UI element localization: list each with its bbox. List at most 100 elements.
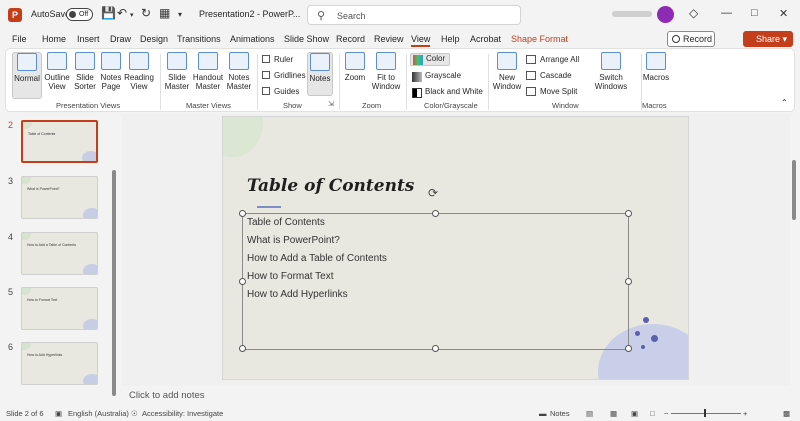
- accessibility-icon[interactable]: ☉: [131, 409, 138, 418]
- customize-icon[interactable]: ▾: [178, 10, 182, 19]
- slide-sorter-button[interactable]: Slide Sorter: [72, 52, 98, 91]
- show-dialog-launcher-icon[interactable]: ⇲: [328, 100, 334, 108]
- slide-thumbnail[interactable]: Table of Contents: [21, 120, 98, 163]
- black-and-white-button[interactable]: Black and White: [410, 87, 483, 98]
- guides-checkbox[interactable]: Guides: [262, 87, 299, 96]
- redo-icon[interactable]: ↻: [141, 6, 151, 20]
- toc-line[interactable]: How to Add Hyperlinks: [247, 289, 348, 300]
- new-window-button[interactable]: New Window: [492, 52, 522, 91]
- tab-slide-show[interactable]: Slide Show: [284, 34, 329, 44]
- resize-handle[interactable]: [239, 278, 246, 285]
- resize-handle[interactable]: [432, 210, 439, 217]
- tab-review[interactable]: Review: [374, 34, 404, 44]
- zoom-button[interactable]: Zoom: [343, 52, 367, 82]
- slide-thumbnail[interactable]: How to Add Hyperlinks: [21, 342, 98, 385]
- reading-view-status-icon[interactable]: ▣: [631, 409, 638, 418]
- spelling-icon[interactable]: ▣: [55, 409, 62, 418]
- resize-handle[interactable]: [239, 210, 246, 217]
- tab-design[interactable]: Design: [140, 34, 168, 44]
- content-textbox[interactable]: Table of Contents What is PowerPoint? Ho…: [239, 210, 632, 352]
- toc-line[interactable]: How to Add a Table of Contents: [247, 253, 387, 264]
- user-name[interactable]: [612, 11, 652, 17]
- move-split-label: Move Split: [540, 87, 578, 96]
- slide-title[interactable]: Table of Contents: [247, 176, 414, 196]
- notes-toggle-button[interactable]: Notes: [307, 52, 333, 96]
- ruler-checkbox[interactable]: Ruler: [262, 55, 293, 64]
- fit-to-window-button[interactable]: Fit to Window: [370, 52, 402, 91]
- share-label: Share: [756, 34, 781, 44]
- zoom-slider-thumb[interactable]: [704, 409, 706, 417]
- normal-view-button[interactable]: Normal: [12, 52, 42, 99]
- handout-master-button[interactable]: Handout Master: [192, 52, 224, 91]
- tab-draw[interactable]: Draw: [110, 34, 131, 44]
- cascade-button[interactable]: Cascade: [526, 71, 572, 80]
- normal-view-status-icon[interactable]: ▤: [586, 409, 593, 418]
- present-icon[interactable]: ▦: [159, 6, 170, 20]
- tab-help[interactable]: Help: [441, 34, 460, 44]
- maximize-icon[interactable]: □: [751, 7, 758, 19]
- grayscale-button[interactable]: Grayscale: [410, 71, 461, 82]
- toc-line[interactable]: Table of Contents: [247, 217, 325, 228]
- search-input[interactable]: ⚲ Search: [307, 5, 521, 25]
- slide-sorter-status-icon[interactable]: ▦: [610, 409, 617, 418]
- gridlines-checkbox[interactable]: Gridlines: [262, 71, 306, 80]
- resize-handle[interactable]: [239, 345, 246, 352]
- toc-line[interactable]: How to Format Text: [247, 271, 334, 282]
- tab-file[interactable]: File: [12, 34, 27, 44]
- share-button[interactable]: Share ▾: [743, 31, 793, 47]
- close-icon[interactable]: ✕: [779, 7, 788, 20]
- thumbnails-scrollbar[interactable]: [112, 170, 116, 396]
- zoom-slider[interactable]: [671, 413, 741, 414]
- tab-home[interactable]: Home: [42, 34, 66, 44]
- undo-icon[interactable]: ↶: [117, 6, 127, 20]
- current-slide[interactable]: Table of Contents ⟳ Table of Contents Wh…: [222, 116, 689, 380]
- canvas-scrollbar[interactable]: [792, 160, 796, 220]
- minimize-icon[interactable]: —: [721, 7, 732, 19]
- color-button[interactable]: Color: [410, 53, 450, 66]
- slide-thumbnail[interactable]: How to Add a Table of Contents: [21, 232, 98, 275]
- record-button[interactable]: Record: [667, 31, 715, 47]
- zoom-out-icon[interactable]: −: [664, 409, 668, 418]
- undo-dropdown-icon[interactable]: ▾: [130, 11, 134, 19]
- zoom-in-icon[interactable]: +: [743, 409, 747, 418]
- notes-master-button[interactable]: Notes Master: [226, 52, 252, 91]
- slide-thumbnail[interactable]: What is PowerPoint?: [21, 176, 98, 219]
- outline-view-button[interactable]: Outline View: [43, 52, 71, 91]
- tab-acrobat[interactable]: Acrobat: [470, 34, 501, 44]
- collapse-ribbon-icon[interactable]: ⌃: [781, 98, 788, 107]
- resize-handle[interactable]: [432, 345, 439, 352]
- fit-slide-icon[interactable]: ▩: [783, 409, 790, 418]
- rotate-handle-icon[interactable]: ⟳: [428, 186, 438, 200]
- notes-page-button[interactable]: Notes Page: [99, 52, 123, 91]
- language-label[interactable]: English (Australia): [68, 409, 129, 418]
- arrange-all-button[interactable]: Arrange All: [526, 55, 579, 64]
- accessibility-status[interactable]: Accessibility: Investigate: [142, 409, 223, 418]
- save-icon[interactable]: 💾: [101, 6, 116, 20]
- resize-handle[interactable]: [625, 345, 632, 352]
- notes-placeholder[interactable]: Click to add notes: [129, 390, 205, 401]
- tab-animations[interactable]: Animations: [230, 34, 275, 44]
- tab-record[interactable]: Record: [336, 34, 365, 44]
- tab-view[interactable]: View: [411, 34, 431, 47]
- search-placeholder: Search: [337, 11, 366, 21]
- autosave-toggle[interactable]: Off: [66, 8, 93, 21]
- document-title[interactable]: Presentation2 - PowerP...: [199, 9, 300, 19]
- diamond-icon[interactable]: ◇: [689, 6, 698, 20]
- tab-shape-format[interactable]: Shape Format: [511, 34, 568, 44]
- resize-handle[interactable]: [625, 210, 632, 217]
- slide-thumbnail[interactable]: How to Format Text: [21, 287, 98, 330]
- toc-line[interactable]: What is PowerPoint?: [247, 235, 340, 246]
- avatar[interactable]: [657, 6, 674, 23]
- cascade-label: Cascade: [540, 71, 572, 80]
- slideshow-status-icon[interactable]: □: [650, 409, 655, 418]
- notes-status-button[interactable]: Notes: [550, 409, 570, 418]
- macros-button[interactable]: Macros: [642, 52, 670, 82]
- slide-master-button[interactable]: Slide Master: [164, 52, 190, 91]
- reading-view-button[interactable]: Reading View: [124, 52, 154, 91]
- grayscale-swatch-icon: [412, 72, 422, 82]
- tab-transitions[interactable]: Transitions: [177, 34, 221, 44]
- move-split-button[interactable]: Move Split: [526, 87, 577, 96]
- tab-insert[interactable]: Insert: [77, 34, 100, 44]
- switch-windows-button[interactable]: Switch Windows: [592, 52, 630, 91]
- resize-handle[interactable]: [625, 278, 632, 285]
